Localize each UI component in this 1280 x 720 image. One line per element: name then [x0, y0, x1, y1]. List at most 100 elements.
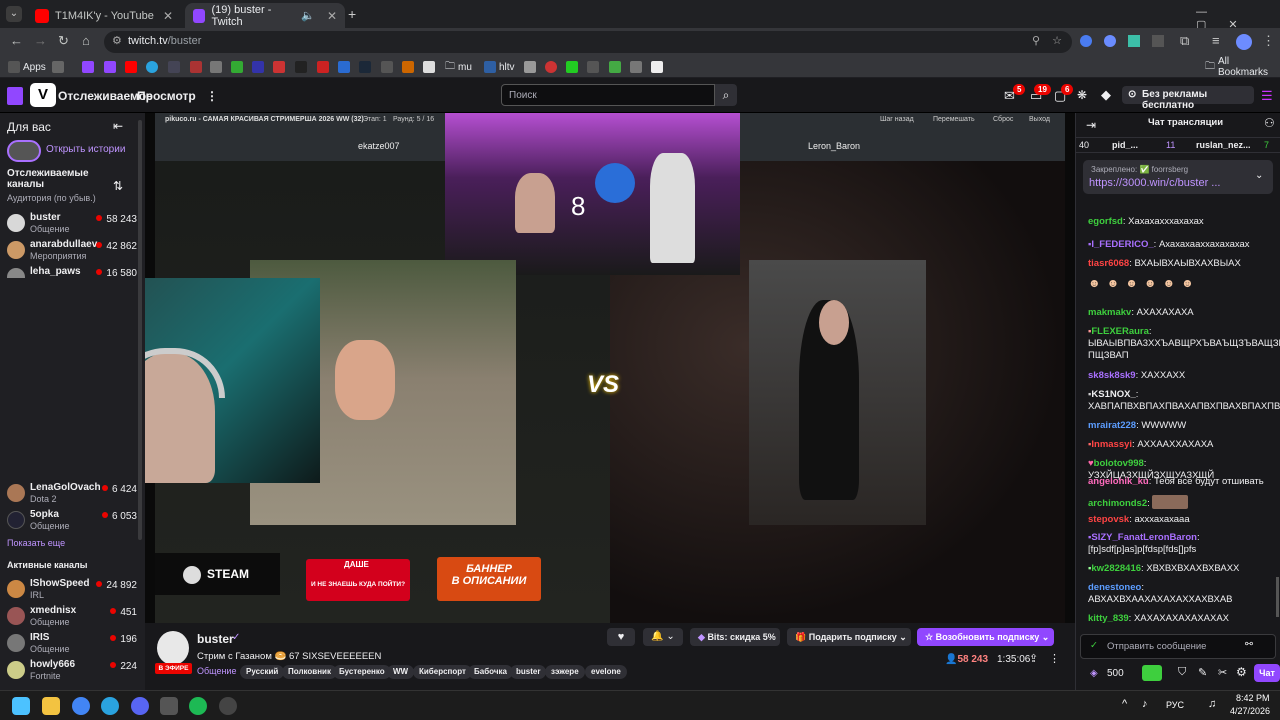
turbo-noads-button[interactable]: ⊙ Без рекламы бесплатно [1122, 86, 1254, 111]
tab-youtube[interactable]: T1M4IK'y - YouTube ✕ [27, 3, 181, 28]
app-icon[interactable] [160, 697, 178, 715]
grid-icon[interactable] [52, 61, 64, 73]
telegram-icon[interactable] [101, 697, 119, 715]
gift-sub-button[interactable]: 🎁 Подарить подписку ⌄ [787, 628, 911, 646]
chat-username[interactable]: KS1NOX_ [1091, 389, 1135, 400]
stream-tag[interactable]: зэжере [545, 665, 585, 679]
chat-username[interactable]: Inmassyi [1091, 439, 1132, 450]
tab-search-button[interactable]: ⌄ [6, 6, 22, 22]
bookmark-icon[interactable] [190, 61, 202, 73]
puzzle-icon[interactable]: ⧉ [1180, 33, 1189, 49]
stream-category[interactable]: Общение [197, 666, 236, 676]
clock-time[interactable]: 8:42 PM [1236, 693, 1270, 703]
stream-tag[interactable]: Киберспорт [413, 665, 472, 679]
stream-tag[interactable]: evelone [585, 665, 627, 679]
zoom-icon[interactable]: ⚲ [1032, 34, 1040, 47]
bookmark-icon[interactable] [295, 61, 307, 73]
chat-username[interactable]: sk8sk8sk9 [1088, 370, 1136, 381]
chat-username[interactable]: FLEXERaura [1091, 326, 1149, 337]
bookmark-icon[interactable] [651, 61, 663, 73]
bookmark-all[interactable]: 🗀 All Bookmarks [1205, 56, 1280, 78]
kebab-menu-icon[interactable]: ⋮ [1262, 33, 1275, 49]
extension-icon[interactable] [1152, 35, 1164, 47]
discord-icon[interactable] [131, 697, 149, 715]
sidebar-channel[interactable]: LenaGolOvach Dota 2 6 424 [7, 482, 137, 508]
sidebar-scrollbar[interactable] [138, 120, 142, 540]
bookmark-icon[interactable] [252, 61, 264, 73]
send-chat-button[interactable]: Чат [1254, 664, 1280, 682]
channel-points-icon[interactable]: ◈ [1090, 668, 1098, 679]
bookmark-mu[interactable]: 🗀 mu [445, 59, 472, 75]
volume-icon[interactable]: ♫ [1208, 698, 1216, 710]
speaker-icon[interactable]: 🔈 [301, 9, 315, 22]
extension-icon[interactable]: ❋ [1077, 88, 1087, 102]
stream-tag[interactable]: WW [387, 665, 415, 679]
bookmark-icon[interactable] [402, 61, 414, 73]
follow-heart-icon[interactable]: ♥ [607, 628, 635, 646]
uk-flag-icon[interactable] [273, 61, 285, 73]
chat-username[interactable]: mrairat228 [1088, 420, 1136, 431]
chat-username[interactable]: denestoneo [1088, 582, 1141, 593]
bits-discount-button[interactable]: ◆ Bits: скидка 5% [690, 628, 780, 646]
site-info-icon[interactable]: ⚙ [112, 34, 122, 47]
chat-username[interactable]: SIZY_FanatLeronBaron [1091, 532, 1197, 543]
bookmark-icon[interactable] [168, 61, 180, 73]
sort-icon[interactable]: ⇅ [113, 179, 123, 193]
bookmark-icon[interactable] [545, 61, 557, 73]
chat-username[interactable]: angelohik_ku [1088, 476, 1149, 487]
streamer-name[interactable]: buster [197, 632, 234, 646]
more-options-icon[interactable]: ⋮ [1049, 652, 1060, 665]
collapse-chat-icon[interactable]: ⇥ [1086, 118, 1096, 132]
sidebar-channel[interactable]: anarabdullaev Мероприятия 42 862 [7, 239, 137, 265]
stream-tag[interactable]: buster [510, 665, 547, 679]
chrome-icon[interactable] [72, 697, 90, 715]
nav-browse[interactable]: Просмотр [137, 89, 196, 103]
sidebar-channel[interactable]: leha_paws 16 580 [7, 266, 137, 278]
profile-avatar[interactable] [1236, 34, 1252, 50]
bookmark-star-icon[interactable]: ☆ [1052, 34, 1062, 47]
bookmark-icon[interactable] [609, 61, 621, 73]
tab-twitch[interactable]: (19) buster - Twitch 🔈 ✕ [185, 3, 345, 28]
sidebar-channel[interactable]: IShowSpeed IRL 24 892 [7, 578, 137, 604]
bookmark-icon[interactable] [524, 61, 536, 73]
bookmark-icon[interactable] [630, 61, 642, 73]
spotify-icon[interactable] [189, 697, 207, 715]
file-explorer-icon[interactable] [42, 697, 60, 715]
prediction-icon[interactable] [1142, 665, 1162, 681]
shield-icon[interactable]: ⛉ [1178, 666, 1186, 679]
share-icon[interactable]: ⇪ [1029, 652, 1038, 665]
extension-icon[interactable] [1128, 35, 1140, 47]
windows-start-icon[interactable] [12, 697, 30, 715]
pen-icon[interactable]: ✎ [1198, 666, 1207, 679]
stream-tag[interactable]: Русский [240, 665, 285, 679]
video-player[interactable]: pikuco.ru - САМАЯ КРАСИВАЯ СТРИМЕРША 202… [145, 113, 1075, 623]
chat-users-icon[interactable]: ⚇ [1264, 116, 1275, 130]
chat-username[interactable]: bolotov998 [1094, 458, 1144, 469]
resubscribe-button[interactable]: ☆ Возобновить подписку ⌄ [917, 628, 1054, 646]
clock-date[interactable]: 4/27/2026 [1230, 706, 1270, 716]
sidebar-channel[interactable]: xmednisx Общение 451 [7, 605, 137, 631]
bookmark-icon[interactable] [587, 61, 599, 73]
chat-username[interactable]: archimonds2 [1088, 498, 1147, 509]
stories-avatars[interactable] [7, 140, 41, 162]
menu-icon[interactable]: ≡ [1212, 33, 1220, 48]
home-icon[interactable]: ⌂ [82, 33, 90, 48]
chat-username[interactable]: I_FEDERICO_ [1091, 239, 1153, 250]
chat-username[interactable]: stepovsk [1088, 514, 1129, 525]
twitch-bookmark-icon[interactable] [82, 61, 94, 73]
microphone-icon[interactable]: ♪ [1142, 698, 1148, 710]
chat-username[interactable]: makmakv [1088, 307, 1131, 318]
app-icon[interactable] [219, 697, 237, 715]
bookmark-icon[interactable] [210, 61, 222, 73]
stream-tag[interactable]: Бабочка [468, 665, 513, 679]
search-input[interactable]: Поиск [501, 84, 715, 106]
bookmark-icon[interactable] [231, 61, 243, 73]
more-menu-icon[interactable]: ⋮ [206, 89, 218, 103]
bookmark-icon[interactable] [566, 61, 578, 73]
search-icon[interactable]: ⌕ [715, 84, 737, 106]
open-stories-link[interactable]: Открыть истории [46, 144, 125, 155]
sidebar-channel[interactable]: 5opka Общение 6 053 [7, 509, 137, 535]
settings-gear-icon[interactable]: ⚙ [1236, 665, 1247, 679]
pinned-message[interactable]: Закреплено: ✅ foorrsberg https://3000.wi… [1083, 160, 1273, 194]
user-menu-icon[interactable]: ☰ [1261, 88, 1273, 104]
